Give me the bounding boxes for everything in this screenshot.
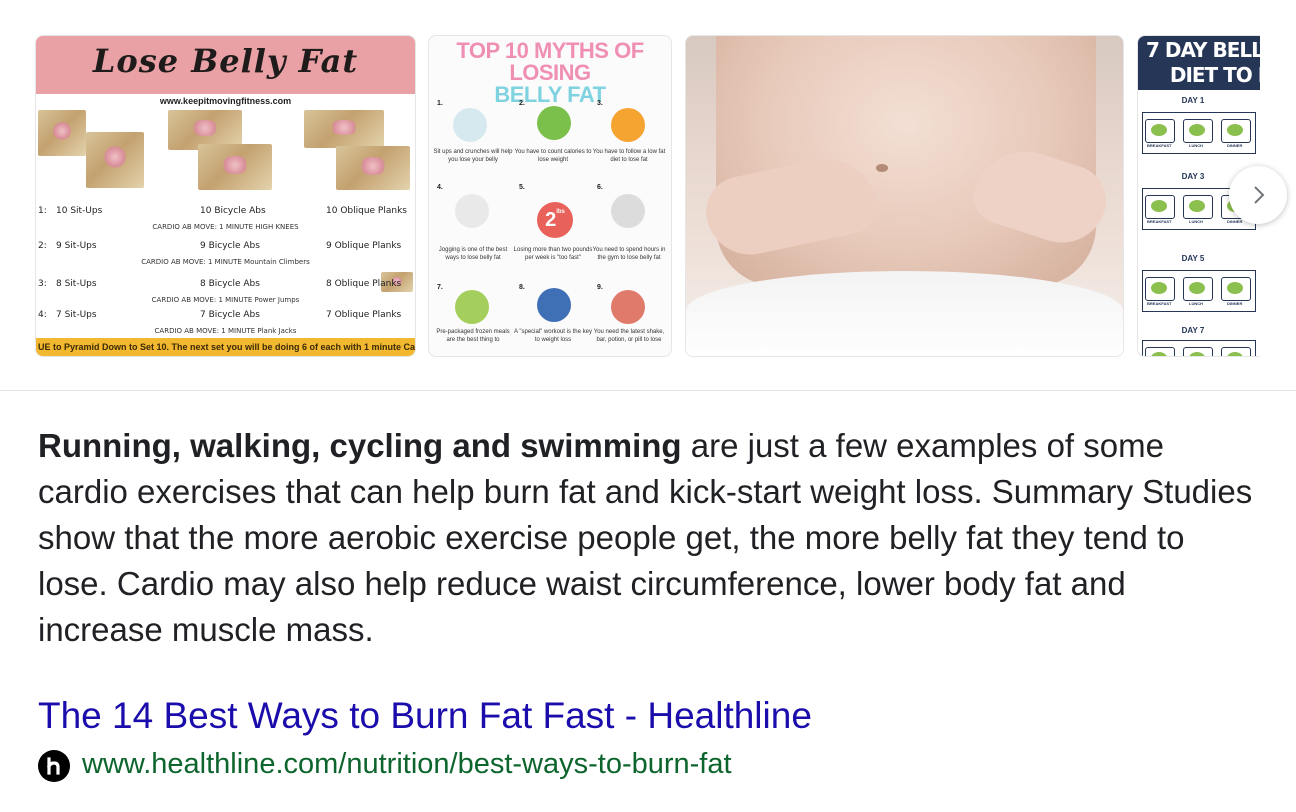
result-title-link[interactable]: The 14 Best Ways to Burn Fat Fast - Heal… bbox=[38, 692, 812, 740]
myth-text: You have to count calories to lose weigh… bbox=[514, 149, 592, 163]
apple-scale-illustration bbox=[537, 106, 571, 140]
myth-text: A "special" workout is the key to weight… bbox=[514, 329, 592, 343]
myth-text: You have to follow a low fat diet to los… bbox=[592, 149, 666, 163]
myth-text: Sit ups and crunches will help you lose … bbox=[433, 149, 513, 163]
image-carousel: Lose Belly Fat www.keepitmovingfitness.c… bbox=[0, 0, 1296, 391]
day-label: DAY 7 bbox=[1181, 326, 1205, 335]
fruit-illustration bbox=[611, 108, 645, 142]
healthline-favicon-icon bbox=[38, 750, 70, 782]
result-source: www.healthline.com/nutrition/best-ways-t… bbox=[38, 744, 732, 784]
myth-text: You need to spend hours in the gym to lo… bbox=[592, 247, 666, 261]
workout-illustration bbox=[537, 288, 571, 322]
snippet-bold-phrase: Running, walking, cycling and swimming bbox=[38, 427, 682, 464]
jogging-illustration bbox=[455, 194, 489, 228]
treadmill-illustration bbox=[611, 194, 645, 228]
thumbnail-url: www.keepitmovingfitness.com bbox=[159, 96, 292, 106]
meal-box: BREAKFAST LUNCH DINNER bbox=[1142, 112, 1256, 154]
thumbnail-title: 7 DAY BELLY DIET TO L bbox=[1146, 38, 1260, 87]
thumbnail-title: TOP 10 MYTHS OF LOSING BELLY FAT bbox=[456, 38, 644, 107]
myth-text: You need the latest shake, bar, potion, … bbox=[593, 329, 665, 343]
thumbnail-footer: UE to Pyramid Down to Set 10. The next s… bbox=[36, 338, 415, 356]
carousel-next-button[interactable] bbox=[1229, 166, 1287, 224]
thumbnail-title: Lose Belly Fat bbox=[92, 42, 359, 80]
myth-text: Pre-packaged frozen meals are the best t… bbox=[436, 329, 510, 343]
image-thumbnail-myths-belly-fat[interactable]: TOP 10 MYTHS OF LOSING BELLY FAT 1. Sit … bbox=[428, 35, 672, 357]
situps-illustration bbox=[453, 108, 487, 142]
workout-cardio-line: CARDIO AB MOVE: 1 MINUTE HIGH KNEES bbox=[152, 223, 299, 231]
day-label: DAY 1 bbox=[1181, 96, 1205, 105]
day-label: DAY 5 bbox=[1181, 254, 1205, 263]
supplements-illustration bbox=[611, 290, 645, 324]
white-shorts bbox=[686, 271, 1123, 356]
image-thumbnail-lose-belly-fat[interactable]: Lose Belly Fat www.keepitmovingfitness.c… bbox=[35, 35, 416, 357]
exercise-photo bbox=[86, 132, 144, 188]
frozen-meal-illustration bbox=[455, 290, 489, 324]
myth-text: Losing more than two pounds per week is … bbox=[513, 247, 593, 261]
myth-text: Jogging is one of the best ways to lose … bbox=[438, 247, 508, 261]
exercise-photo bbox=[38, 110, 86, 156]
two-pounds-badge: 2lbs bbox=[537, 202, 573, 238]
exercise-photo bbox=[336, 146, 410, 190]
workout-cardio-line: CARDIO AB MOVE: 1 MINUTE Mountain Climbe… bbox=[141, 258, 310, 266]
meal-box bbox=[1142, 340, 1256, 356]
day-label: DAY 3 bbox=[1181, 172, 1205, 181]
workout-cardio-line: CARDIO AB MOVE: 1 MINUTE Power Jumps bbox=[151, 296, 300, 304]
image-thumbnail-belly-photo[interactable] bbox=[685, 35, 1124, 357]
meal-box: BREAKFAST LUNCH DINNER bbox=[1142, 270, 1256, 312]
navel bbox=[876, 164, 888, 172]
chevron-right-icon bbox=[1254, 186, 1265, 204]
result-url-link[interactable]: www.healthline.com/nutrition/best-ways-t… bbox=[82, 744, 732, 784]
exercise-photo bbox=[304, 110, 384, 148]
workout-cardio-line: CARDIO AB MOVE: 1 MINUTE Plank Jacks bbox=[154, 327, 297, 335]
exercise-photo bbox=[198, 144, 272, 190]
snippet-text: Running, walking, cycling and swimming a… bbox=[38, 423, 1258, 653]
featured-snippet-card: Lose Belly Fat www.keepitmovingfitness.c… bbox=[0, 0, 1296, 812]
